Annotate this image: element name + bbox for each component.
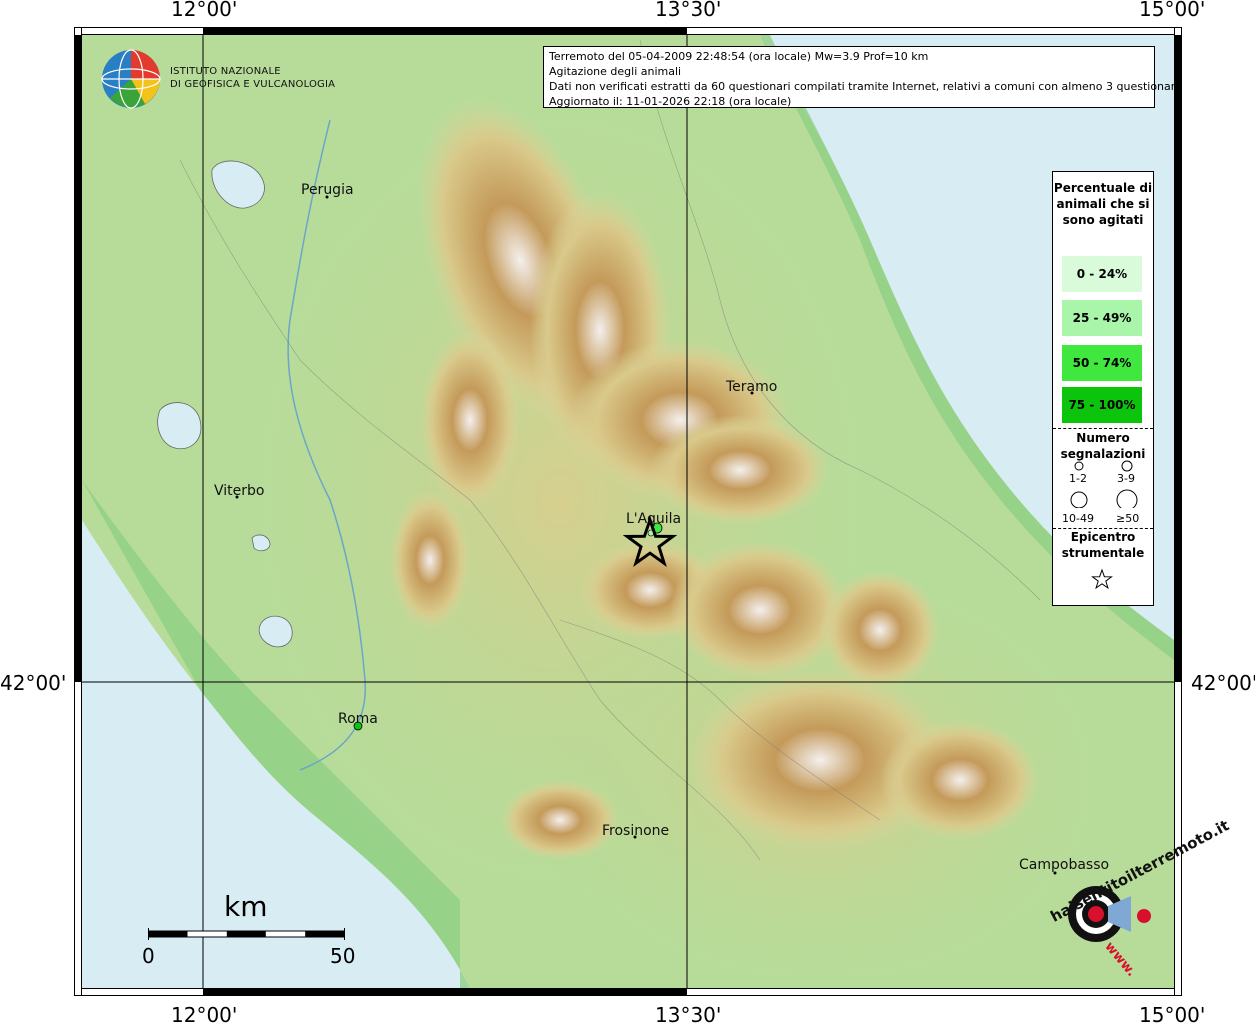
- coord-right: 42°00': [1191, 671, 1255, 695]
- scale-unit: km: [224, 890, 268, 923]
- city-label-frosinone: Frosinone: [602, 823, 670, 839]
- legend-star-icon: [1091, 568, 1113, 590]
- scale-min: 0: [142, 944, 155, 968]
- city-label-roma: Roma: [338, 711, 378, 727]
- city-label-laquila: L'Aquila: [626, 511, 682, 527]
- scale-bar-graphic: [148, 928, 345, 940]
- coord-top-1: 12°00': [171, 0, 238, 21]
- update-time: Aggiornato il: 11-01-2026 22:18 (ora loc…: [549, 95, 792, 108]
- event-title: Terremoto del 05-04-2009 22:48:54 (ora l…: [549, 50, 929, 63]
- frame-right-black: [1174, 35, 1182, 682]
- legend-count-3: ≥50: [1116, 512, 1140, 525]
- coord-bottom-1: 12°00': [171, 1003, 238, 1027]
- ingv-name-line2: DI GEOFISICA E VULCANOLOGIA: [170, 79, 336, 90]
- legend-count-0: 1-2: [1069, 472, 1087, 485]
- frame-bottom-black: [203, 988, 687, 996]
- map-subject: Agitazione degli animali: [549, 65, 682, 78]
- coord-top-2: 13°30': [655, 0, 722, 21]
- legend-class-0: 0 - 24%: [1062, 256, 1142, 292]
- legend-class-1: 25 - 49%: [1062, 300, 1142, 336]
- scale-max: 50: [330, 944, 356, 968]
- data-note: Dati non verificati estratti da 60 quest…: [549, 80, 1182, 93]
- ingv-globe-icon: [101, 49, 161, 109]
- hsit-logo: haisentitoilterremoto.it www.: [1036, 816, 1232, 980]
- ingv-name-line1: ISTITUTO NAZIONALE: [170, 66, 281, 77]
- legend-count-2: 10-49: [1062, 512, 1094, 525]
- frame-top-black: [203, 27, 687, 35]
- event-info-box: Terremoto del 05-04-2009 22:48:54 (ora l…: [543, 46, 1182, 108]
- city-label-perugia: Perugia: [301, 182, 354, 198]
- legend-count-circles: [1070, 460, 1138, 508]
- legend-title: Percentuale di animali che si sono agita…: [1053, 181, 1153, 227]
- legend-class-3: 75 - 100%: [1062, 387, 1142, 423]
- coord-bottom-2: 13°30': [655, 1003, 722, 1027]
- coord-bottom-3: 15°00': [1139, 1003, 1206, 1027]
- city-label-teramo: Teramo: [726, 379, 778, 395]
- legend-class-2: 50 - 74%: [1062, 345, 1142, 381]
- frame-left-black: [74, 35, 82, 682]
- lake-bolsena: [157, 402, 202, 450]
- legend-count-1: 3-9: [1117, 472, 1135, 485]
- legend-epicenter-title: Epicentro strumentale: [1061, 530, 1145, 560]
- coord-top-3: 15°00': [1139, 0, 1206, 21]
- legend-divider-1: [1053, 428, 1153, 429]
- city-label-viterbo: Viterbo: [214, 483, 265, 499]
- coord-left: 42°00': [0, 671, 67, 695]
- legend-panel: Percentuale di animali che si sono agita…: [1052, 171, 1154, 606]
